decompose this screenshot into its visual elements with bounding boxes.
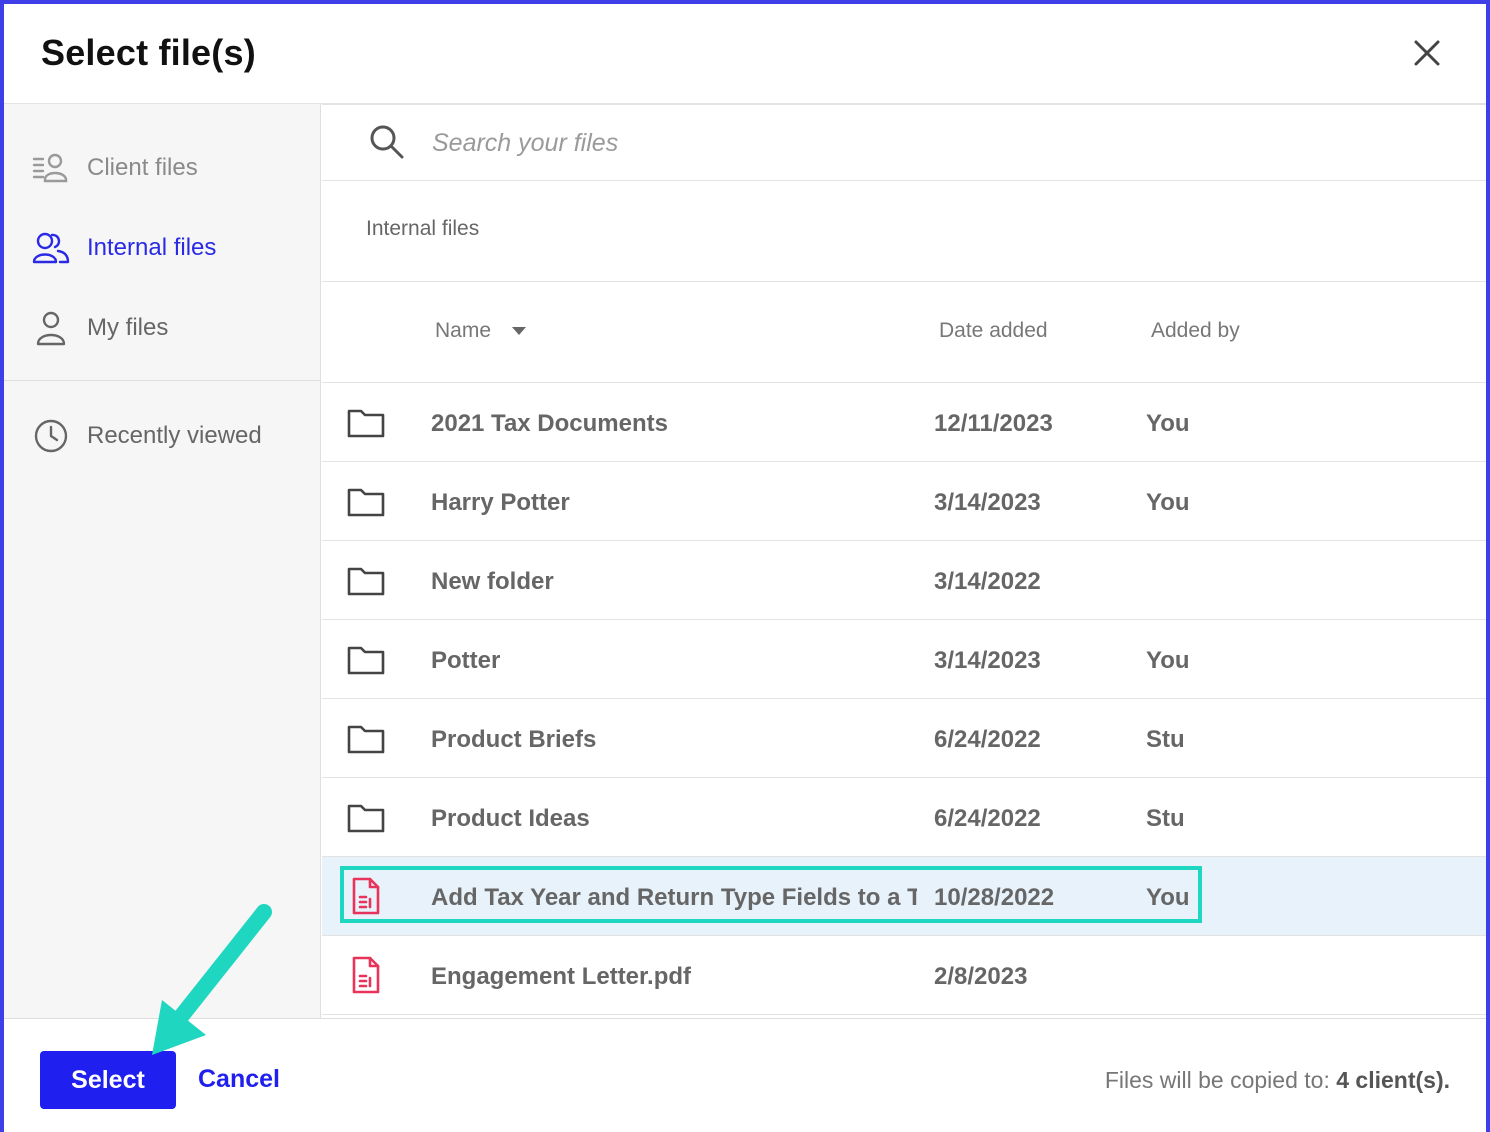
table-row[interactable]: 2021 Tax Documents 12/11/2023 You	[322, 383, 1486, 462]
row-name: 2021 Tax Documents	[431, 410, 668, 437]
document-icon	[352, 956, 380, 994]
row-name: Engagement Letter.pdf	[431, 963, 692, 990]
breadcrumb-divider	[322, 281, 1486, 282]
sort-down-icon	[511, 327, 526, 336]
row-date: 12/11/2023	[934, 410, 1053, 437]
table-row[interactable]: Potter 3/14/2023 You	[322, 620, 1486, 699]
sidebar-item-recently-viewed[interactable]: Recently viewed	[4, 406, 321, 466]
row-name: Product Ideas	[431, 805, 590, 832]
file-browser: Internal files Name Date added Added by …	[322, 104, 1486, 1018]
folder-icon	[347, 804, 385, 833]
row-added-by: You	[1146, 884, 1190, 911]
sidebar-item-label: Internal files	[87, 234, 217, 261]
sidebar-item-label: Recently viewed	[87, 422, 262, 449]
table-row[interactable]: Harry Potter 3/14/2023 You	[322, 462, 1486, 541]
select-button[interactable]: Select	[40, 1051, 176, 1109]
row-name: Potter	[431, 647, 501, 674]
copy-destination-label: Files will be copied to:	[1104, 1067, 1330, 1093]
row-name: Add Tax Year and Return Type Fields to a…	[431, 884, 917, 911]
row-date: 3/14/2023	[934, 647, 1041, 674]
sidebar: Client files Internal files My files Rec…	[4, 104, 321, 1018]
row-added-by: Stu	[1146, 726, 1185, 753]
folder-icon	[347, 488, 385, 517]
sidebar-item-my-files[interactable]: My files	[4, 298, 321, 358]
file-list: 2021 Tax Documents 12/11/2023 You Harry …	[322, 383, 1486, 1015]
row-date: 6/24/2022	[934, 805, 1041, 832]
column-header-name-label: Name	[435, 319, 492, 342]
row-added-by: You	[1146, 410, 1190, 437]
document-icon	[352, 877, 380, 915]
sidebar-item-client-files[interactable]: Client files	[4, 138, 321, 198]
close-icon[interactable]	[1408, 34, 1446, 72]
search-icon	[370, 125, 404, 159]
sidebar-divider	[4, 380, 321, 381]
row-added-by: You	[1146, 489, 1190, 516]
sidebar-item-label: Client files	[87, 154, 198, 181]
dialog-footer: Select Cancel Files will be copied to: 4…	[4, 1018, 1486, 1132]
sidebar-item-label: My files	[87, 314, 169, 341]
search-input[interactable]	[432, 123, 1332, 163]
select-files-dialog: Select file(s) Client files Internal fil…	[0, 0, 1490, 1132]
search-bar	[322, 104, 1486, 181]
table-row-selected[interactable]: Add Tax Year and Return Type Fields to a…	[322, 857, 1486, 936]
table-row[interactable]: Product Ideas 6/24/2022 Stu	[322, 778, 1486, 857]
folder-icon	[347, 725, 385, 754]
folder-icon	[347, 567, 385, 596]
breadcrumb[interactable]: Internal files	[366, 217, 479, 241]
copy-destination-count: 4 client(s).	[1336, 1067, 1450, 1093]
row-date: 2/8/2023	[934, 963, 1028, 990]
row-name: Harry Potter	[431, 489, 570, 516]
table-row[interactable]: Product Briefs 6/24/2022 Stu	[322, 699, 1486, 778]
row-date: 10/28/2022	[934, 884, 1055, 911]
client-files-icon	[32, 153, 68, 183]
folder-icon	[347, 646, 385, 675]
dialog-title: Select file(s)	[41, 32, 256, 73]
row-added-by: You	[1146, 647, 1190, 674]
copy-destination-note: Files will be copied to: 4 client(s).	[1105, 1067, 1450, 1094]
row-date: 3/14/2023	[934, 489, 1041, 516]
dialog-header: Select file(s)	[4, 4, 1486, 104]
row-added-by: Stu	[1146, 805, 1185, 832]
column-header-added-by[interactable]: Added by	[1151, 319, 1240, 343]
row-date: 6/24/2022	[934, 726, 1041, 753]
table-row[interactable]: Engagement Letter.pdf 2/8/2023	[322, 936, 1486, 1015]
user-icon	[36, 311, 66, 346]
clock-icon	[34, 419, 68, 453]
row-name: Product Briefs	[431, 726, 597, 753]
column-header-date[interactable]: Date added	[939, 319, 1048, 343]
row-name: New folder	[431, 568, 554, 595]
column-header-name[interactable]: Name	[435, 319, 527, 343]
table-row[interactable]: New folder 3/14/2022	[322, 541, 1486, 620]
cancel-button[interactable]: Cancel	[198, 1065, 280, 1094]
sidebar-item-internal-files[interactable]: Internal files	[4, 218, 321, 278]
row-date: 3/14/2022	[934, 568, 1041, 595]
folder-icon	[347, 409, 385, 438]
users-icon	[32, 232, 70, 264]
